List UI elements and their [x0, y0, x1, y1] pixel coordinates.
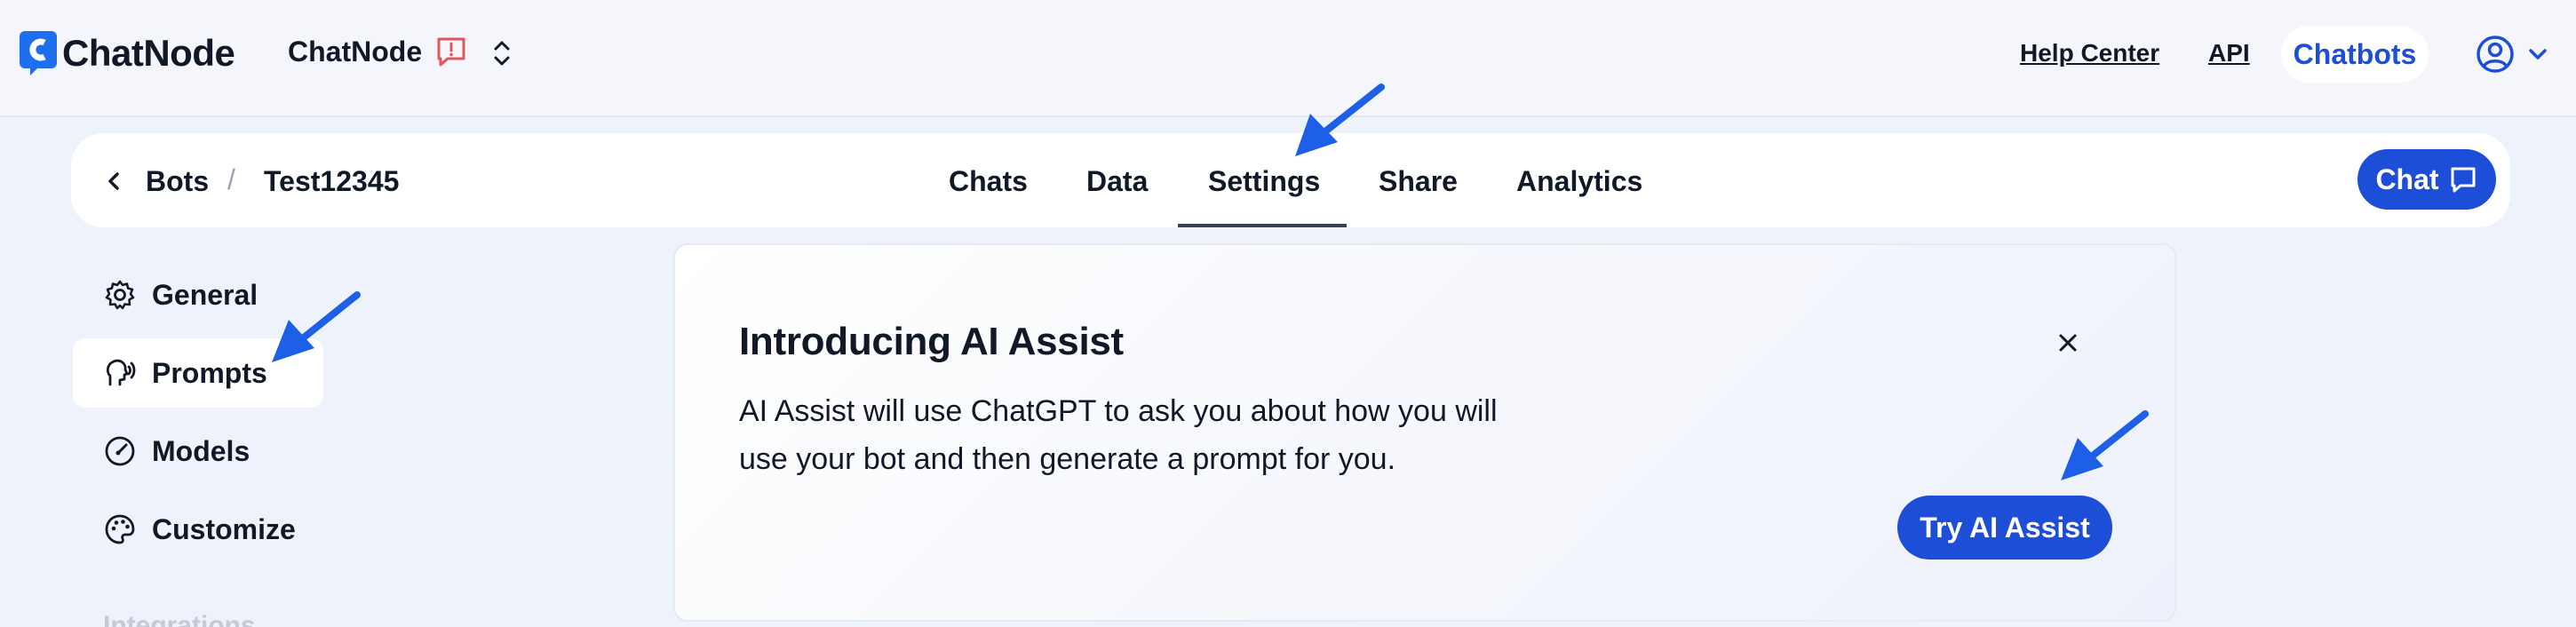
chatbots-button[interactable]: Chatbots [2281, 26, 2429, 83]
tab-share[interactable]: Share [1379, 165, 1458, 198]
ai-assist-card: Introducing AI Assist AI Assist will use… [673, 243, 2176, 622]
chat-bubble-icon [2451, 167, 2476, 193]
tab-analytics[interactable]: Analytics [1516, 165, 1642, 198]
sidebar-item-customize[interactable]: Customize [73, 495, 323, 564]
breadcrumb-separator: / [227, 163, 235, 195]
try-ai-assist-label: Try AI Assist [1920, 511, 2090, 544]
breadcrumb-bots[interactable]: Bots [146, 165, 209, 198]
chatnode-logo[interactable]: ChatNode [18, 28, 235, 78]
close-icon[interactable] [2052, 327, 2084, 359]
chevron-left-icon[interactable] [98, 163, 130, 199]
sidebar-item-label: General [152, 278, 258, 311]
sidebar-section-integrations: Integrations [103, 611, 256, 627]
gear-icon [105, 280, 135, 310]
user-menu[interactable] [2475, 32, 2555, 76]
help-center-link[interactable]: Help Center [2020, 39, 2159, 67]
chevron-down-icon [2529, 49, 2547, 60]
bot-subnav: Bots / Test12345 Chats Data Settings Sha… [71, 133, 2510, 227]
chevron-up-down-icon[interactable] [488, 36, 516, 71]
try-ai-assist-button[interactable]: Try AI Assist [1897, 496, 2112, 560]
sidebar-item-prompts[interactable]: Prompts [73, 338, 323, 408]
feedback-alert-icon[interactable] [435, 36, 467, 67]
user-avatar-icon [2477, 36, 2514, 73]
tab-data[interactable]: Data [1086, 165, 1148, 198]
prompt-head-icon [106, 359, 136, 386]
chat-button-label: Chat [2375, 163, 2439, 195]
chatbots-label: Chatbots [2293, 37, 2417, 70]
card-title: Introducing AI Assist [739, 320, 1124, 363]
active-tab-indicator [1178, 224, 1347, 227]
workspace-name[interactable]: ChatNode [288, 36, 422, 68]
sidebar-item-label: Models [152, 434, 250, 467]
gauge-icon [105, 436, 135, 466]
logo-text: ChatNode [62, 32, 235, 74]
sidebar-item-models[interactable]: Models [73, 417, 323, 486]
chat-button[interactable]: Chat [2357, 149, 2496, 210]
card-description: AI Assist will use ChatGPT to ask you ab… [739, 394, 1498, 476]
sidebar-item-general[interactable]: General [73, 260, 323, 329]
breadcrumb-bot-name: Test12345 [264, 165, 400, 197]
tab-chats[interactable]: Chats [949, 165, 1028, 198]
palette-icon [105, 514, 135, 544]
tab-settings[interactable]: Settings [1208, 165, 1320, 198]
chatnode-logo-icon [20, 31, 57, 75]
api-link[interactable]: API [2208, 39, 2250, 67]
top-header: ChatNode ChatNode Help Center API Chatbo… [0, 0, 2576, 117]
sidebar-item-label: Customize [152, 512, 296, 545]
sidebar-item-label: Prompts [152, 356, 267, 389]
